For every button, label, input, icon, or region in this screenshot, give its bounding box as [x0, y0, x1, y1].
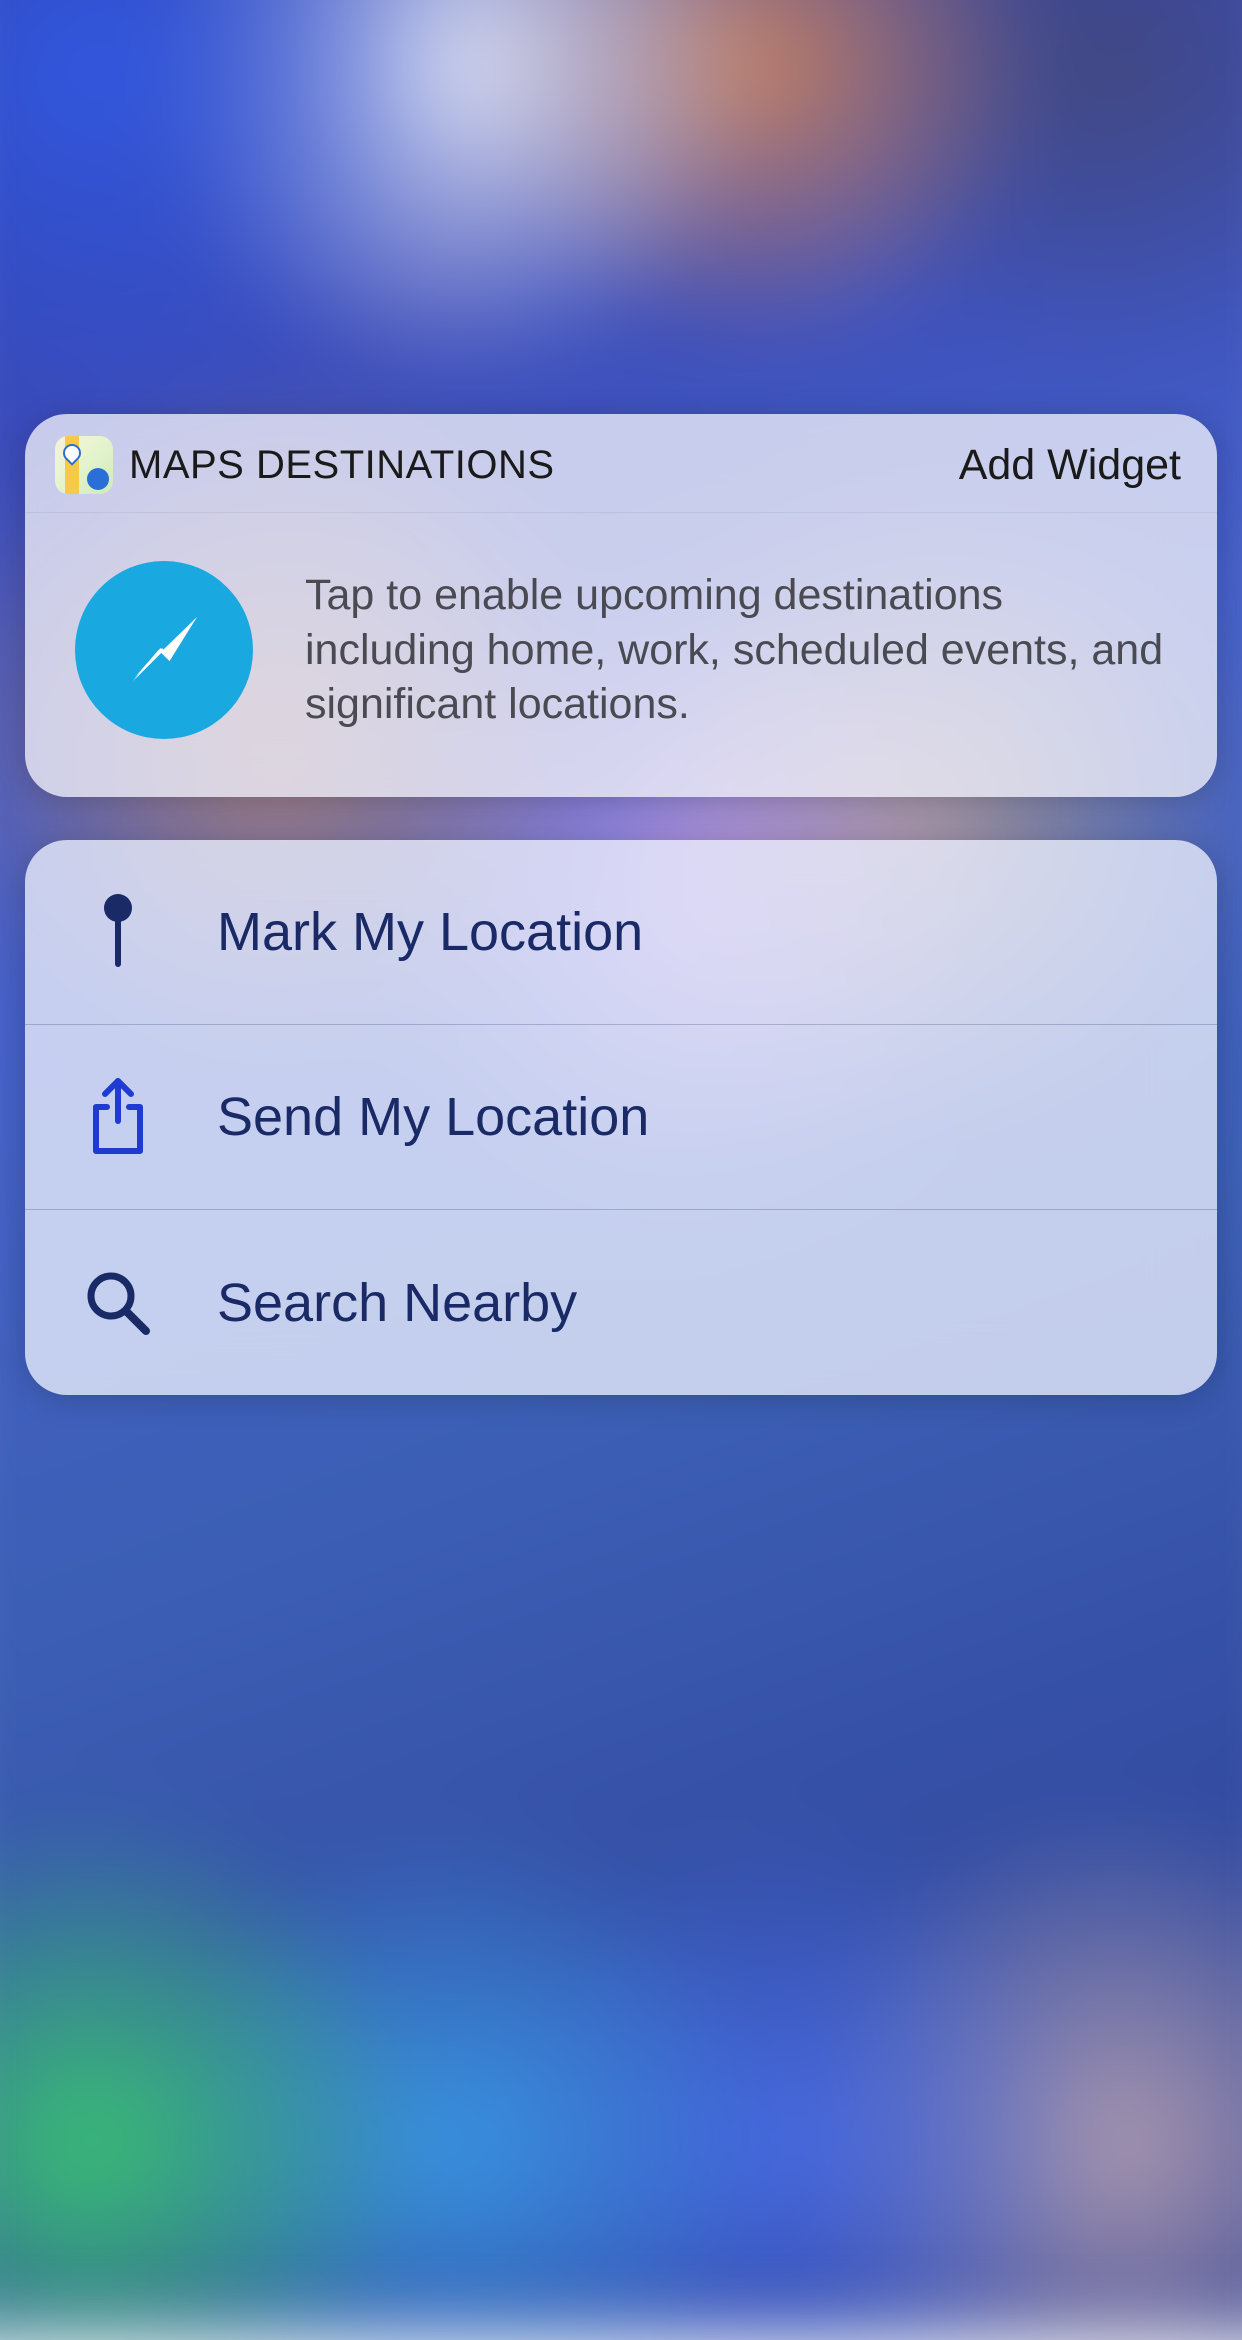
search-icon [83, 1269, 153, 1337]
widget-title: MAPS DESTINATIONS [129, 443, 555, 488]
quick-actions-menu: Mark My Location Send My Location Search… [25, 840, 1217, 1395]
quick-action-overlay: MAPS DESTINATIONS Add Widget Tap to enab… [0, 0, 1242, 2208]
action-label: Search Nearby [217, 1272, 577, 1334]
maps-destinations-widget[interactable]: MAPS DESTINATIONS Add Widget Tap to enab… [25, 414, 1217, 797]
mark-my-location-action[interactable]: Mark My Location [25, 840, 1217, 1025]
pin-icon [83, 893, 153, 971]
widget-body[interactable]: Tap to enable upcoming destinations incl… [25, 513, 1217, 797]
widget-header-left: MAPS DESTINATIONS [55, 436, 555, 494]
widget-description: Tap to enable upcoming destinations incl… [305, 568, 1177, 732]
add-widget-button[interactable]: Add Widget [959, 441, 1181, 490]
location-arrow-icon [75, 561, 253, 739]
action-label: Send My Location [217, 1086, 649, 1148]
send-my-location-action[interactable]: Send My Location [25, 1025, 1217, 1210]
action-label: Mark My Location [217, 901, 643, 963]
search-nearby-action[interactable]: Search Nearby [25, 1210, 1217, 1395]
share-icon [83, 1077, 153, 1157]
maps-app-icon [55, 436, 113, 494]
widget-header: MAPS DESTINATIONS Add Widget [25, 414, 1217, 513]
